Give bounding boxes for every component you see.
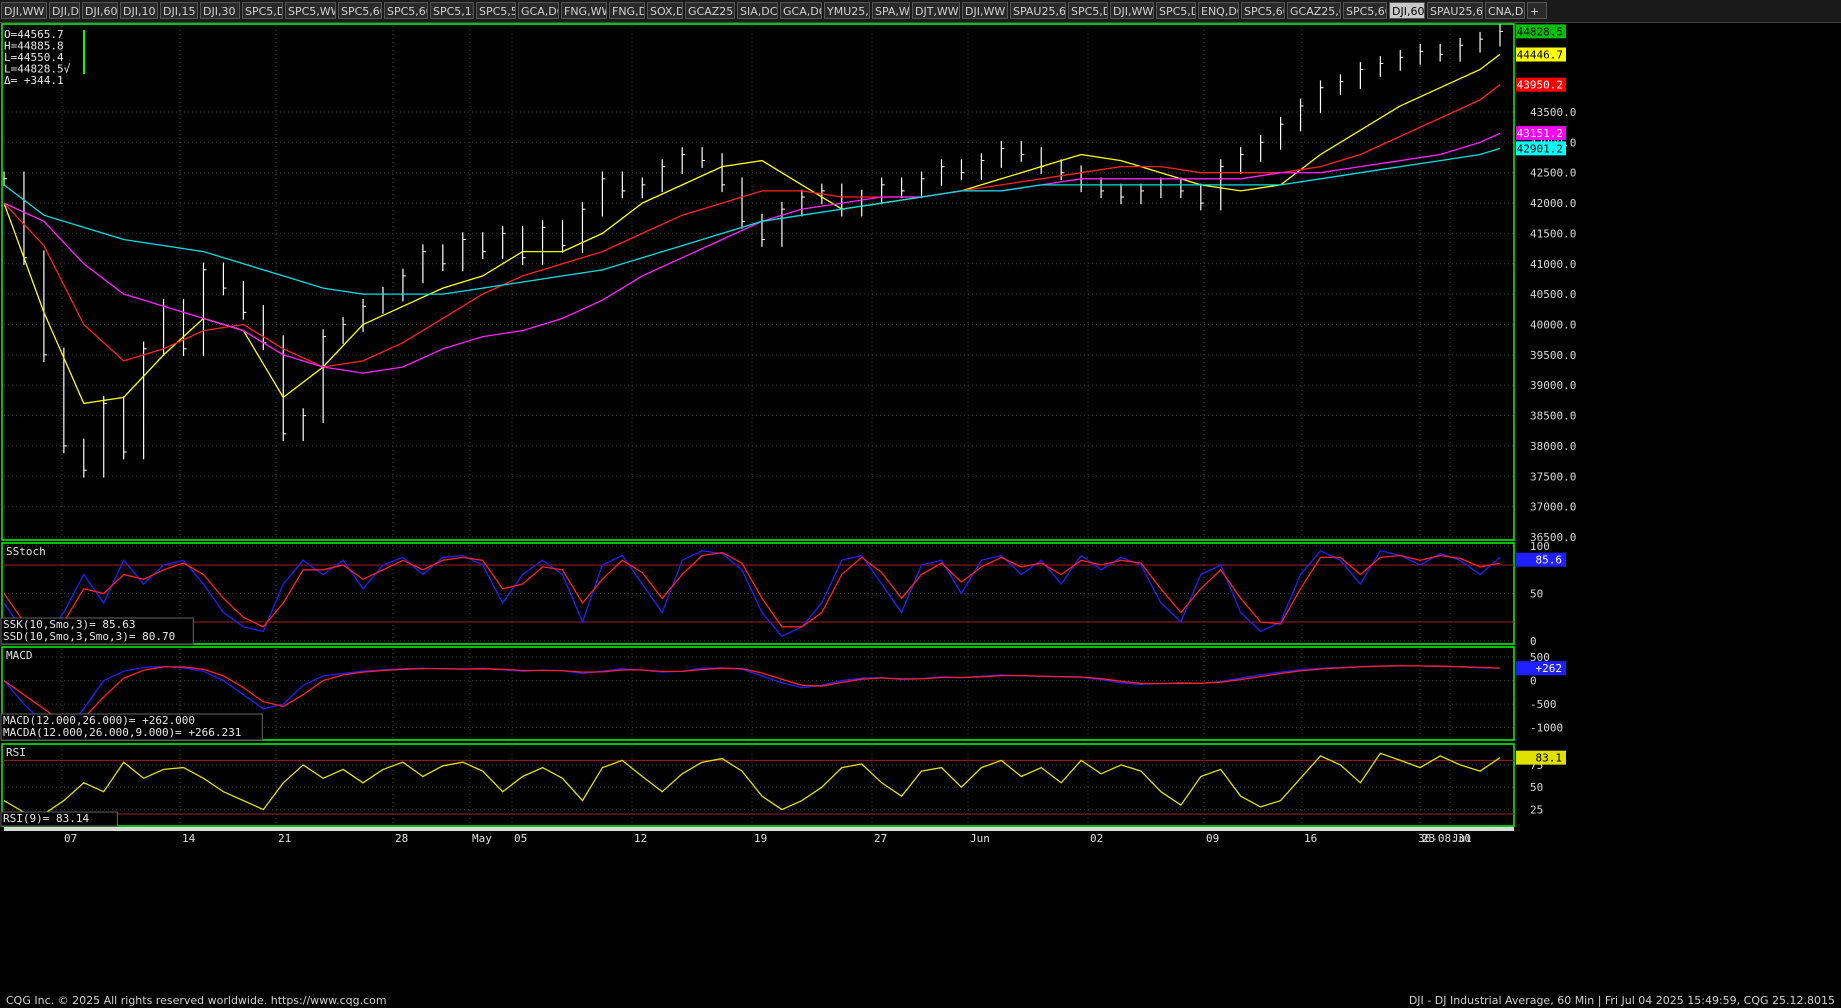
chart-description: DJI - DJ Industrial Average, 60 Min | Fr… — [1408, 994, 1835, 1007]
y-tick-label: 100 — [1530, 540, 1550, 553]
symbol-tab[interactable]: GCA,DC — [780, 2, 822, 19]
symbol-tab[interactable]: FNG,WW — [561, 2, 607, 19]
symbol-tab[interactable]: SPC5,60 — [338, 2, 382, 19]
x-tick-label: 16 — [1304, 832, 1317, 845]
symbol-tab[interactable]: DJI,60 — [1389, 2, 1425, 19]
x-tick-label: 30-08:30 — [1418, 832, 1471, 845]
y-tick-label: 42500.0 — [1530, 167, 1576, 180]
x-tick-label: 28 — [395, 832, 408, 845]
panel-title-stoch: SStoch — [6, 545, 46, 558]
x-tick-label: May — [472, 832, 492, 845]
panel-frame-price — [1, 23, 1515, 541]
symbol-tab[interactable]: ENQ,DC — [1198, 2, 1239, 19]
y-tick-label: 40000.0 — [1530, 319, 1576, 332]
copyright-text: CQG Inc. © 2025 All rights reserved worl… — [6, 994, 387, 1007]
x-tick-label: 02 — [1090, 832, 1103, 845]
panel-title-macd: MACD — [6, 649, 33, 662]
symbol-tab[interactable]: GCAZ25,D — [685, 2, 735, 19]
symbol-tab[interactable]: SPC5,60 — [1241, 2, 1285, 19]
symbol-tab[interactable]: FNG,D — [609, 2, 645, 19]
y-tick-label: -500 — [1530, 698, 1557, 711]
value-tag-label-rsi: 83.1 — [1536, 752, 1563, 765]
symbol-tab[interactable]: GCAZ25,60 — [1287, 2, 1341, 19]
symbol-tab[interactable]: DJI,60 — [82, 2, 118, 19]
symbol-tab[interactable]: SOX,D — [647, 2, 683, 19]
symbol-tab[interactable]: DJI,WW — [1110, 2, 1154, 19]
symbol-tab[interactable]: DJI,15 — [160, 2, 198, 19]
symbol-tab[interactable]: SPA,W — [872, 2, 910, 19]
y-tick-label: 40500.0 — [1530, 288, 1576, 301]
chart-area: 36500.037000.037500.038000.038500.039000… — [0, 23, 1576, 845]
symbol-tab[interactable]: + — [1527, 2, 1547, 19]
price-tag-label: 44828.5 — [1517, 25, 1563, 38]
value-tag-label-stoch: 85.6 — [1536, 554, 1563, 567]
y-tick-label: 41500.0 — [1530, 227, 1576, 240]
y-tick-label: 39000.0 — [1530, 379, 1576, 392]
status-footer: CQG Inc. © 2025 All rights reserved worl… — [0, 994, 1841, 1008]
x-tick-label: 21 — [278, 832, 291, 845]
date-axis-strip — [4, 827, 1514, 831]
y-tick-label: 25 — [1530, 804, 1543, 817]
y-tick-label: 0 — [1530, 675, 1537, 688]
symbol-tab[interactable]: DJT,WW — [912, 2, 960, 19]
y-tick-label: 42000.0 — [1530, 197, 1576, 210]
symbol-tab[interactable]: DJI,D — [49, 2, 80, 19]
x-tick-label: 09 — [1206, 832, 1219, 845]
symbol-tab[interactable]: CNA,DC — [1485, 2, 1525, 19]
symbol-tab[interactable]: DJI,30 — [200, 2, 240, 19]
price-tag-label: 43950.2 — [1517, 79, 1563, 92]
price-tag-label: 42901.2 — [1517, 142, 1563, 155]
symbol-tab[interactable]: SPC5,D — [242, 2, 283, 19]
y-tick-label: 37500.0 — [1530, 470, 1576, 483]
symbol-tab[interactable]: YMU25,5 — [824, 2, 870, 19]
indicator-readout: RSI(9)= 83.14 — [3, 812, 89, 825]
symbol-tab[interactable]: DJI,10 — [120, 2, 158, 19]
price-tag-label: 44446.7 — [1517, 49, 1563, 62]
y-tick-label: 50 — [1530, 588, 1543, 601]
y-tick-label: 38000.0 — [1530, 440, 1576, 453]
y-tick-label: -1000 — [1530, 722, 1563, 735]
x-tick-label: 19 — [754, 832, 767, 845]
price-tag-label: 43151.2 — [1517, 127, 1563, 140]
value-tag-label-macd: +262 — [1536, 662, 1563, 675]
x-tick-label: 12 — [634, 832, 647, 845]
y-tick-label: 37000.0 — [1530, 501, 1576, 514]
y-tick-label: 38500.0 — [1530, 410, 1576, 423]
indicator-readout: SSD(10,Smo,3,Smo,3)= 80.70 — [3, 630, 175, 643]
symbol-tab[interactable]: SPC5,60 — [384, 2, 428, 19]
symbol-tab[interactable]: SPC5,60 — [1343, 2, 1387, 19]
y-tick-label: 41000.0 — [1530, 258, 1576, 271]
x-tick-label: 07 — [64, 832, 77, 845]
symbol-tab[interactable]: SPC5,WW — [285, 2, 336, 19]
ohlc-readout: Δ= +344.1 — [4, 74, 64, 87]
indicator-readout: MACDA(12.000,26.000,9.000)= +266.231 — [3, 726, 241, 739]
y-tick-label: 39500.0 — [1530, 349, 1576, 362]
symbol-tab[interactable]: SPC5,15 — [430, 2, 474, 19]
y-tick-label: 50 — [1530, 781, 1543, 794]
symbol-tab[interactable]: DJI,WW — [1, 2, 47, 19]
x-tick-label: 14 — [182, 832, 196, 845]
symbol-tab[interactable]: SPC5,5 — [476, 2, 516, 19]
x-tick-label: 27 — [874, 832, 887, 845]
symbol-tab[interactable]: SPAU25,60 — [1427, 2, 1483, 19]
symbol-tab[interactable]: SPAU25,60 — [1010, 2, 1066, 19]
y-tick-label: 0 — [1530, 635, 1537, 648]
symbol-tab[interactable]: SPC5,D — [1068, 2, 1108, 19]
symbol-tab[interactable]: GCA,DC — [518, 2, 559, 19]
panel-title-rsi: RSI — [6, 746, 26, 759]
x-tick-label: 05 — [514, 832, 527, 845]
x-tick-label: Jun — [970, 832, 990, 845]
symbol-tab[interactable]: DJI,WW — [962, 2, 1008, 19]
y-tick-label: 43500.0 — [1530, 106, 1576, 119]
symbol-tab[interactable]: SPC5,D — [1156, 2, 1196, 19]
symbol-tab[interactable]: SIA,DC — [737, 2, 778, 19]
symbol-tab-bar: DJI,WW DJI,D DJI,60 DJI,10 DJI,15 DJI,30 SPC5,… — [0, 0, 1841, 23]
